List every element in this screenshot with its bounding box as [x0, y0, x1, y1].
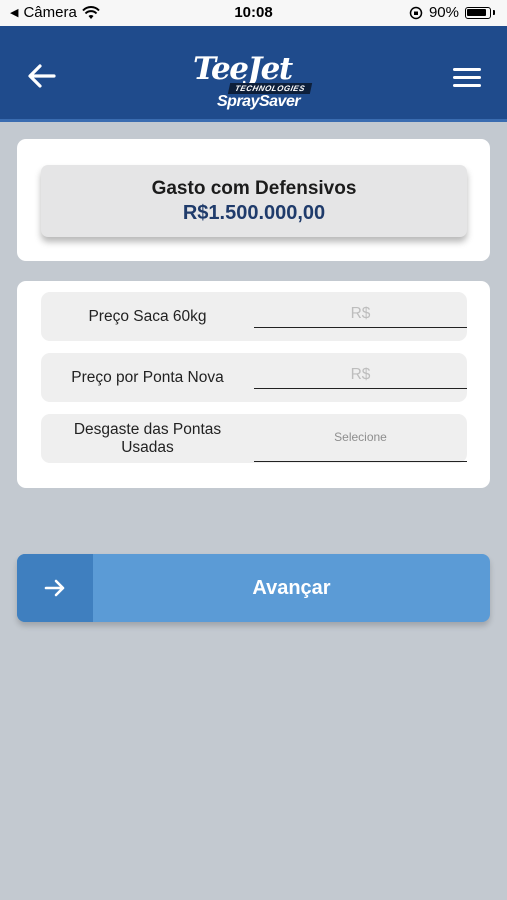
- back-button[interactable]: [26, 63, 58, 89]
- orientation-lock-icon: [409, 6, 423, 19]
- hamburger-line: [453, 76, 481, 79]
- summary-card: Gasto com Defensivos R$1.500.000,00: [17, 139, 490, 261]
- hamburger-line: [453, 84, 481, 87]
- logo-main-text: TeeJet: [193, 51, 293, 87]
- tip-wear-select[interactable]: Selecione: [254, 428, 467, 462]
- summary-value: R$1.500.000,00: [182, 202, 326, 224]
- pesticide-cost-box: Gasto com Defensivos R$1.500.000,00: [41, 165, 467, 237]
- field-label: Preço Saca 60kg: [88, 307, 207, 325]
- new-tip-price-input[interactable]: [254, 361, 467, 389]
- field-label: Desgaste das Pontas Usadas: [73, 420, 222, 456]
- arrow-left-icon: [28, 64, 56, 88]
- field-row-new-tip-price: Preço por Ponta Nova: [41, 353, 467, 402]
- advance-button[interactable]: Avançar: [17, 554, 490, 622]
- status-bar: ◀ Câmera 10:08 90%: [0, 0, 507, 26]
- app-header: TeeJet TECHNOLOGIES SpraySaver: [0, 26, 507, 122]
- field-label: Preço por Ponta Nova: [71, 368, 224, 386]
- hamburger-menu-icon: [453, 68, 481, 71]
- field-row-tip-wear: Desgaste das Pontas Usadas Selecione: [41, 414, 467, 463]
- menu-button[interactable]: [453, 68, 481, 88]
- battery-icon: [465, 6, 491, 19]
- logo-spraysaver-text: SpraySaver: [217, 93, 301, 110]
- teejet-logo: TeeJet TECHNOLOGIES SpraySaver: [193, 52, 318, 114]
- arrow-right-icon: [44, 579, 65, 597]
- status-right: 90%: [409, 4, 495, 21]
- advance-button-label: Avançar: [252, 577, 331, 599]
- battery-tip: [493, 10, 495, 15]
- form-card: Preço Saca 60kg Preço por Ponta Nova Des…: [17, 281, 490, 488]
- field-row-bag-price: Preço Saca 60kg: [41, 292, 467, 341]
- advance-icon-box: [17, 554, 93, 622]
- summary-title: Gasto com Defensivos: [151, 178, 357, 199]
- bag-price-input[interactable]: [254, 300, 467, 328]
- battery-percentage: 90%: [428, 4, 459, 21]
